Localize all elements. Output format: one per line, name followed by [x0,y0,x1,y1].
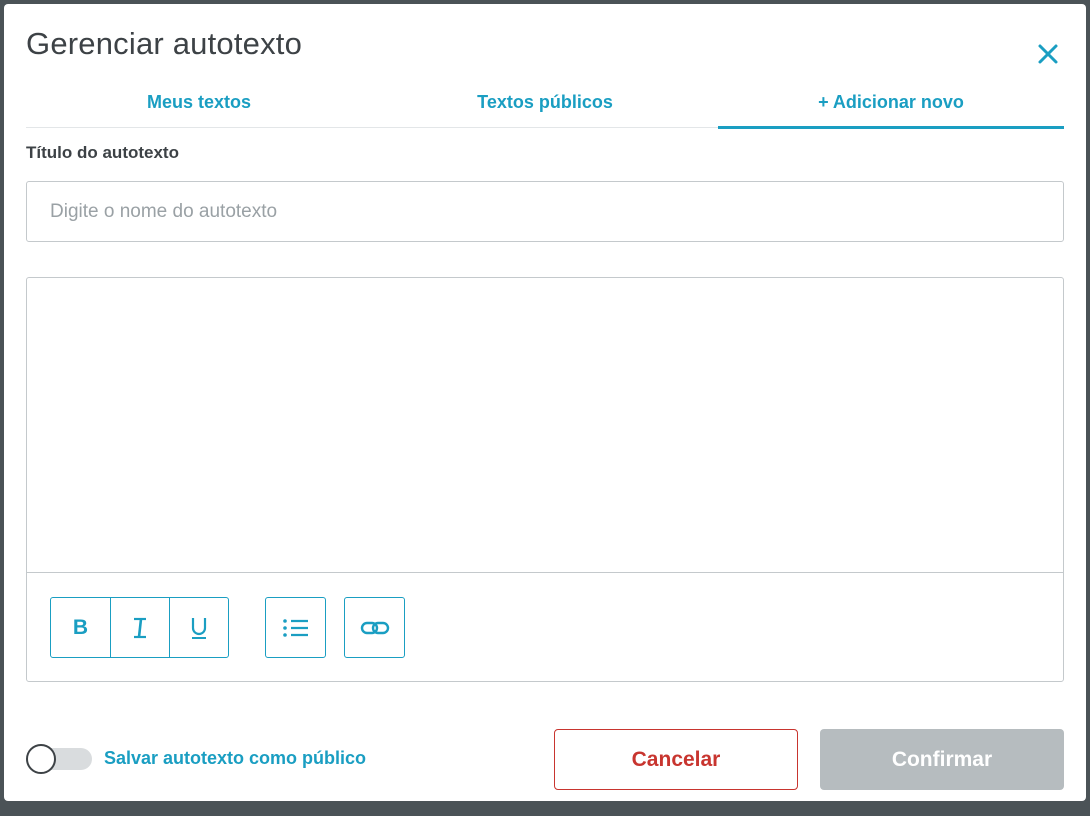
list-group [265,597,326,658]
link-icon [360,621,389,634]
link-group [344,597,405,658]
underline-button[interactable] [169,598,228,657]
underline-icon [191,617,207,639]
public-toggle-label[interactable]: Salvar autotexto como público [104,748,366,769]
italic-icon [134,617,146,638]
insert-link-button[interactable] [345,598,404,657]
tab-bar: Meus textos Textos públicos + Adicionar … [26,86,1064,129]
title-field-label: Título do autotexto [26,143,179,162]
autotext-title-input[interactable] [26,181,1064,242]
editor-content-area[interactable] [27,278,1063,573]
autotext-dialog: Gerenciar autotexto Meus textos Textos p… [4,4,1086,801]
italic-button[interactable] [110,598,169,657]
text-format-group: B [50,597,229,658]
close-icon [1038,44,1058,64]
tab-adicionar-novo[interactable]: + Adicionar novo [718,86,1064,129]
bulleted-list-button[interactable] [266,598,325,657]
dialog-title: Gerenciar autotexto [26,26,303,61]
bulleted-list-icon [282,618,308,637]
tab-textos-publicos[interactable]: Textos públicos [372,86,718,127]
bold-button[interactable]: B [51,598,110,657]
cancel-button[interactable]: Cancelar [554,729,798,790]
rich-text-editor: B [26,277,1064,682]
bold-icon: B [72,615,89,639]
confirm-button[interactable]: Confirmar [820,729,1064,790]
toggle-knob [26,744,56,774]
tab-meus-textos[interactable]: Meus textos [26,86,372,127]
close-button[interactable] [1034,40,1062,68]
public-toggle[interactable] [26,744,94,774]
